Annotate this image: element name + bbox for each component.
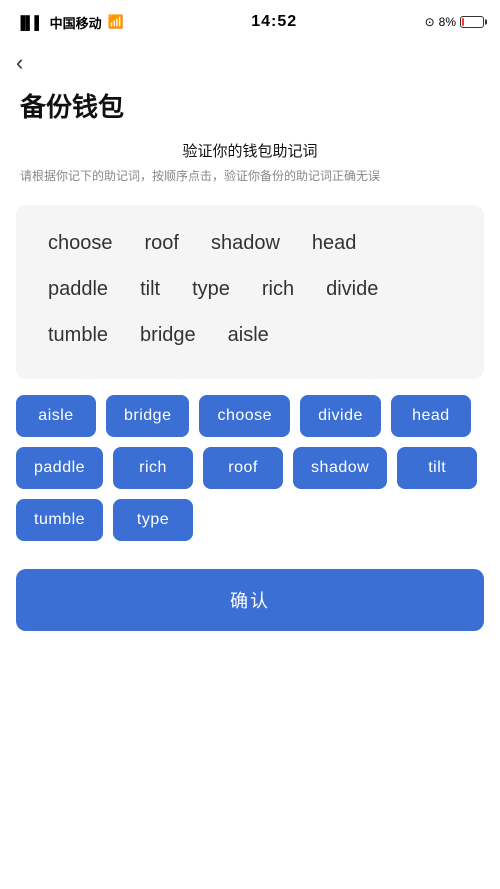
status-time: 14:52	[251, 13, 297, 31]
display-word-head: head	[296, 225, 373, 261]
back-button[interactable]: ‹	[16, 52, 23, 74]
status-carrier-signal: ▐▌▌ 中国移动 📶	[16, 13, 124, 32]
word-buttons-section: aisle bridge choose divide head paddle r…	[0, 395, 500, 569]
page-title: 备份钱包	[0, 79, 500, 140]
display-word-aisle: aisle	[212, 317, 285, 353]
word-buttons-grid: aisle bridge choose divide head paddle r…	[16, 395, 484, 541]
wifi-icon: 📶	[108, 14, 124, 30]
word-button-shadow[interactable]: shadow	[293, 447, 387, 489]
display-word-tilt: tilt	[124, 271, 176, 307]
confirm-button[interactable]: 确认	[16, 569, 484, 631]
display-word-tumble: tumble	[32, 317, 124, 353]
display-word-divide: divide	[310, 271, 394, 307]
word-button-roof[interactable]: roof	[203, 447, 283, 489]
display-word-shadow: shadow	[195, 225, 296, 261]
instruction-desc: 请根据你记下的助记词，按顺序点击，验证你备份的助记词正确无误	[20, 167, 480, 185]
word-button-rich[interactable]: rich	[113, 447, 193, 489]
charge-icon: ⊙	[425, 15, 435, 29]
display-word-type: type	[176, 271, 246, 307]
word-button-bridge[interactable]: bridge	[106, 395, 189, 437]
word-button-divide[interactable]: divide	[300, 395, 381, 437]
battery-icon	[460, 16, 484, 28]
display-row-2: paddle tilt type rich divide	[32, 271, 468, 307]
instruction-title: 验证你的钱包助记词	[20, 140, 480, 161]
word-button-tilt[interactable]: tilt	[397, 447, 477, 489]
word-button-paddle[interactable]: paddle	[16, 447, 103, 489]
display-row-3: tumble bridge aisle	[32, 317, 468, 353]
carrier-name: 中国移动	[50, 13, 102, 32]
status-right-icons: ⊙ 8%	[425, 15, 484, 29]
word-display-box: choose roof shadow head paddle tilt type…	[16, 205, 484, 379]
display-word-paddle: paddle	[32, 271, 124, 307]
display-word-choose: choose	[32, 225, 129, 261]
word-button-aisle[interactable]: aisle	[16, 395, 96, 437]
word-button-choose[interactable]: choose	[199, 395, 290, 437]
signal-bars-icon: ▐▌▌	[16, 15, 44, 30]
nav-bar: ‹	[0, 44, 500, 79]
battery-percent: 8%	[439, 15, 456, 29]
display-word-rich: rich	[246, 271, 310, 307]
display-word-roof: roof	[129, 225, 195, 261]
display-word-bridge: bridge	[124, 317, 212, 353]
instruction-section: 验证你的钱包助记词 请根据你记下的助记词，按顺序点击，验证你备份的助记词正确无误	[0, 140, 500, 197]
status-bar: ▐▌▌ 中国移动 📶 14:52 ⊙ 8%	[0, 0, 500, 44]
battery-fill	[462, 18, 464, 26]
word-button-tumble[interactable]: tumble	[16, 499, 103, 541]
word-button-type[interactable]: type	[113, 499, 193, 541]
display-row-1: choose roof shadow head	[32, 225, 468, 261]
word-button-head[interactable]: head	[391, 395, 471, 437]
